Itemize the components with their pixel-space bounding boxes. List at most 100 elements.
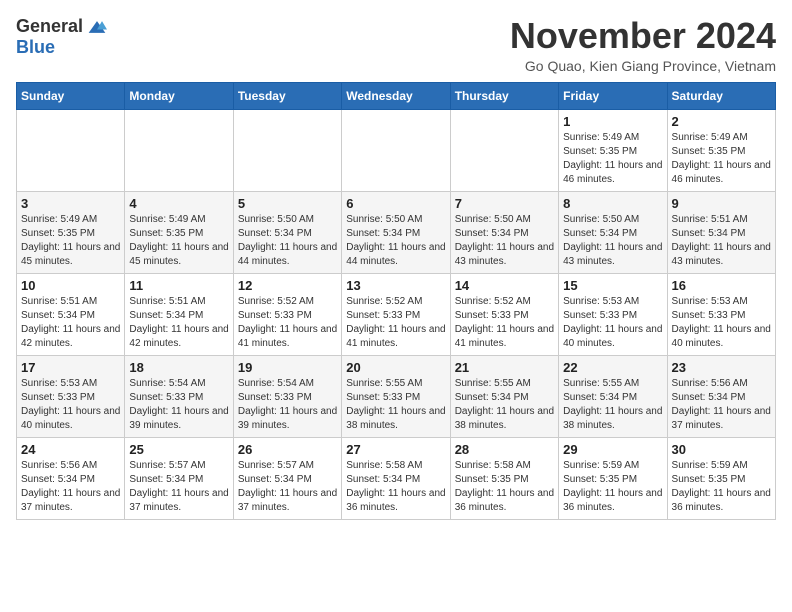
calendar-cell: 7Sunrise: 5:50 AM Sunset: 5:34 PM Daylig…	[450, 191, 558, 273]
day-number: 19	[238, 360, 337, 375]
calendar-cell: 30 Sunrise: 5:59 AM Sunset: 5:35 PM Dayli…	[667, 437, 775, 519]
calendar-week-row: 1 Sunrise: 5:49 AM Sunset: 5:35 PM Daylig…	[17, 109, 776, 191]
calendar-cell	[125, 109, 233, 191]
calendar-cell: 3Sunrise: 5:49 AM Sunset: 5:35 PM Daylig…	[17, 191, 125, 273]
day-info: Sunrise: 5:57 AM Sunset: 5:34 PM Dayligh…	[238, 459, 337, 515]
calendar-cell: 24 Sunrise: 5:56 AM Sunset: 5:34 PM Dayli…	[17, 437, 125, 519]
day-info: Sunrise: 5:50 AM Sunset: 5:34 PM Dayligh…	[238, 213, 337, 269]
logo-general-text: General	[16, 16, 83, 37]
day-number: 21	[455, 360, 554, 375]
day-info: Sunrise: 5:56 AM Sunset: 5:34 PM Dayligh…	[21, 459, 120, 515]
calendar-cell: 14Sunrise: 5:52 AM Sunset: 5:33 PM Dayli…	[450, 273, 558, 355]
calendar-cell: 18 Sunrise: 5:54 AM Sunset: 5:33 PM Dayli…	[125, 355, 233, 437]
day-number: 9	[672, 196, 771, 211]
logo-icon	[87, 17, 107, 37]
day-number: 22	[563, 360, 662, 375]
day-info: Sunrise: 5:50 AM Sunset: 5:34 PM Dayligh…	[563, 213, 662, 269]
calendar-header-row: SundayMondayTuesdayWednesdayThursdayFrid…	[17, 82, 776, 109]
calendar-table: SundayMondayTuesdayWednesdayThursdayFrid…	[16, 82, 776, 520]
day-info: Sunrise: 5:59 AM Sunset: 5:35 PM Dayligh…	[563, 459, 662, 515]
calendar-week-row: 3Sunrise: 5:49 AM Sunset: 5:35 PM Daylig…	[17, 191, 776, 273]
calendar-cell: 11 Sunrise: 5:51 AM Sunset: 5:34 PM Dayli…	[125, 273, 233, 355]
day-info: Sunrise: 5:55 AM Sunset: 5:34 PM Dayligh…	[455, 377, 554, 433]
calendar-cell: 2 Sunrise: 5:49 AM Sunset: 5:35 PM Daylig…	[667, 109, 775, 191]
day-info: Sunrise: 5:54 AM Sunset: 5:33 PM Dayligh…	[238, 377, 337, 433]
calendar-cell: 23 Sunrise: 5:56 AM Sunset: 5:34 PM Dayli…	[667, 355, 775, 437]
day-number: 3	[21, 196, 120, 211]
location-text: Go Quao, Kien Giang Province, Vietnam	[510, 58, 776, 74]
day-info: Sunrise: 5:51 AM Sunset: 5:34 PM Dayligh…	[672, 213, 771, 269]
calendar-cell: 8 Sunrise: 5:50 AM Sunset: 5:34 PM Daylig…	[559, 191, 667, 273]
calendar-cell	[342, 109, 450, 191]
title-block: November 2024 Go Quao, Kien Giang Provin…	[510, 16, 776, 74]
logo: General Blue	[16, 16, 107, 58]
calendar-cell: 29 Sunrise: 5:59 AM Sunset: 5:35 PM Dayli…	[559, 437, 667, 519]
day-number: 30	[672, 442, 771, 457]
calendar-cell: 27 Sunrise: 5:58 AM Sunset: 5:34 PM Dayli…	[342, 437, 450, 519]
day-number: 20	[346, 360, 445, 375]
day-number: 8	[563, 196, 662, 211]
day-number: 2	[672, 114, 771, 129]
day-number: 4	[129, 196, 228, 211]
calendar-cell	[450, 109, 558, 191]
day-number: 15	[563, 278, 662, 293]
day-number: 18	[129, 360, 228, 375]
day-number: 13	[346, 278, 445, 293]
day-number: 12	[238, 278, 337, 293]
day-number: 23	[672, 360, 771, 375]
day-number: 6	[346, 196, 445, 211]
day-of-week-header: Monday	[125, 82, 233, 109]
calendar-cell: 10Sunrise: 5:51 AM Sunset: 5:34 PM Dayli…	[17, 273, 125, 355]
calendar-cell: 9 Sunrise: 5:51 AM Sunset: 5:34 PM Daylig…	[667, 191, 775, 273]
calendar-cell: 15 Sunrise: 5:53 AM Sunset: 5:33 PM Dayli…	[559, 273, 667, 355]
day-info: Sunrise: 5:55 AM Sunset: 5:33 PM Dayligh…	[346, 377, 445, 433]
day-info: Sunrise: 5:56 AM Sunset: 5:34 PM Dayligh…	[672, 377, 771, 433]
day-number: 16	[672, 278, 771, 293]
day-number: 1	[563, 114, 662, 129]
day-info: Sunrise: 5:59 AM Sunset: 5:35 PM Dayligh…	[672, 459, 771, 515]
day-of-week-header: Tuesday	[233, 82, 341, 109]
calendar-cell: 21 Sunrise: 5:55 AM Sunset: 5:34 PM Dayli…	[450, 355, 558, 437]
day-number: 17	[21, 360, 120, 375]
day-info: Sunrise: 5:53 AM Sunset: 5:33 PM Dayligh…	[21, 377, 120, 433]
calendar-cell: 4Sunrise: 5:49 AM Sunset: 5:35 PM Daylig…	[125, 191, 233, 273]
day-info: Sunrise: 5:53 AM Sunset: 5:33 PM Dayligh…	[563, 295, 662, 351]
day-number: 10	[21, 278, 120, 293]
day-number: 5	[238, 196, 337, 211]
calendar-cell: 13 Sunrise: 5:52 AM Sunset: 5:33 PM Dayli…	[342, 273, 450, 355]
calendar-cell	[233, 109, 341, 191]
day-number: 28	[455, 442, 554, 457]
day-of-week-header: Wednesday	[342, 82, 450, 109]
day-info: Sunrise: 5:54 AM Sunset: 5:33 PM Dayligh…	[129, 377, 228, 433]
calendar-cell: 16 Sunrise: 5:53 AM Sunset: 5:33 PM Dayli…	[667, 273, 775, 355]
calendar-cell: 12Sunrise: 5:52 AM Sunset: 5:33 PM Dayli…	[233, 273, 341, 355]
day-info: Sunrise: 5:50 AM Sunset: 5:34 PM Dayligh…	[346, 213, 445, 269]
day-of-week-header: Saturday	[667, 82, 775, 109]
day-number: 27	[346, 442, 445, 457]
calendar-cell: 6 Sunrise: 5:50 AM Sunset: 5:34 PM Daylig…	[342, 191, 450, 273]
day-number: 26	[238, 442, 337, 457]
calendar-cell: 28Sunrise: 5:58 AM Sunset: 5:35 PM Dayli…	[450, 437, 558, 519]
day-info: Sunrise: 5:53 AM Sunset: 5:33 PM Dayligh…	[672, 295, 771, 351]
day-of-week-header: Thursday	[450, 82, 558, 109]
calendar-week-row: 24 Sunrise: 5:56 AM Sunset: 5:34 PM Dayli…	[17, 437, 776, 519]
day-info: Sunrise: 5:52 AM Sunset: 5:33 PM Dayligh…	[346, 295, 445, 351]
month-title: November 2024	[510, 16, 776, 56]
day-number: 7	[455, 196, 554, 211]
calendar-cell	[17, 109, 125, 191]
day-number: 11	[129, 278, 228, 293]
calendar-cell: 25Sunrise: 5:57 AM Sunset: 5:34 PM Dayli…	[125, 437, 233, 519]
calendar-cell: 17 Sunrise: 5:53 AM Sunset: 5:33 PM Dayli…	[17, 355, 125, 437]
day-number: 24	[21, 442, 120, 457]
day-info: Sunrise: 5:51 AM Sunset: 5:34 PM Dayligh…	[129, 295, 228, 351]
day-info: Sunrise: 5:49 AM Sunset: 5:35 PM Dayligh…	[672, 131, 771, 187]
day-of-week-header: Friday	[559, 82, 667, 109]
day-number: 14	[455, 278, 554, 293]
day-number: 29	[563, 442, 662, 457]
day-info: Sunrise: 5:49 AM Sunset: 5:35 PM Dayligh…	[563, 131, 662, 187]
calendar-cell: 5 Sunrise: 5:50 AM Sunset: 5:34 PM Daylig…	[233, 191, 341, 273]
day-info: Sunrise: 5:58 AM Sunset: 5:34 PM Dayligh…	[346, 459, 445, 515]
page-header: General Blue November 2024 Go Quao, Kien…	[16, 16, 776, 74]
day-number: 25	[129, 442, 228, 457]
day-of-week-header: Sunday	[17, 82, 125, 109]
